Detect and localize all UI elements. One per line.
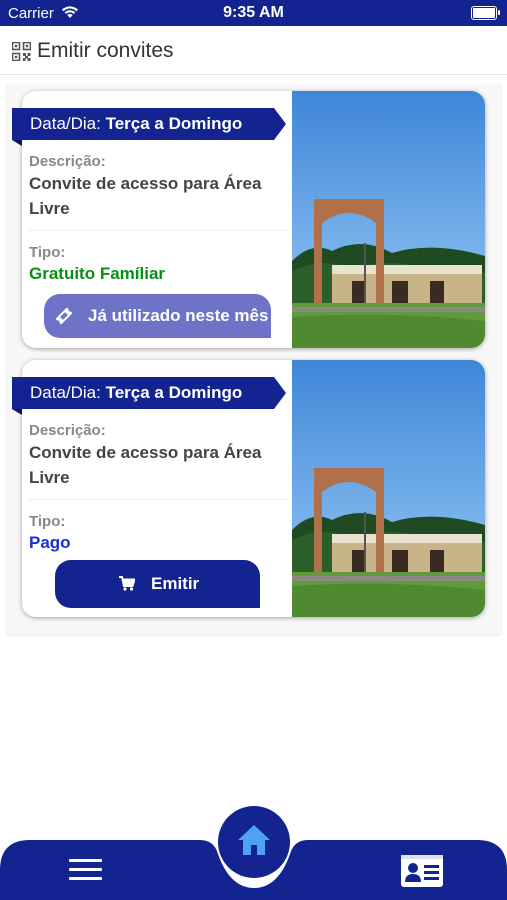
- divider: [29, 230, 289, 231]
- divider: [29, 499, 289, 500]
- description-value: Convite de acesso para Área Livre: [29, 174, 262, 218]
- description-label: Descrição:: [29, 422, 106, 439]
- date-ribbon: Data/Dia: Terça a Domingo: [12, 108, 286, 146]
- date-ribbon: Data/Dia: Terça a Domingo: [12, 377, 286, 415]
- type-value: Gratuito Famíliar: [29, 264, 166, 283]
- emit-label: Emitir: [151, 574, 200, 593]
- already-used-button[interactable]: Já utilizado neste mês: [44, 294, 271, 338]
- battery-icon: [471, 6, 500, 20]
- emit-button[interactable]: Emitir: [55, 560, 260, 608]
- id-card-button[interactable]: [401, 855, 443, 892]
- invite-card-info: Data/Dia: Terça a Domingo Descrição: Con…: [12, 91, 292, 348]
- type-label: Tipo:: [29, 513, 66, 530]
- date-label: Data/Dia:: [30, 114, 106, 133]
- date-label: Data/Dia:: [30, 383, 106, 402]
- invite-card-info: Data/Dia: Terça a Domingo Descrição: Con…: [12, 360, 292, 617]
- home-button[interactable]: [218, 806, 290, 878]
- menu-icon[interactable]: [69, 859, 103, 883]
- park-entrance-photo: [292, 360, 485, 617]
- type-label: Tipo:: [29, 244, 66, 261]
- page-header: Emitir convites: [0, 26, 507, 75]
- status-bar: Carrier 9:35 AM: [0, 0, 507, 26]
- date-value: Terça a Domingo: [105, 114, 243, 133]
- id-card-icon: [401, 855, 443, 887]
- qr-code-icon: [11, 41, 32, 66]
- cart-icon: [119, 576, 136, 596]
- type-value: Pago: [29, 533, 71, 552]
- invite-card: Data/Dia: Terça a Domingo Descrição: Con…: [12, 360, 485, 617]
- description-value: Convite de acesso para Área Livre: [29, 443, 262, 487]
- invite-card: Data/Dia: Terça a Domingo Descrição: Con…: [12, 91, 485, 348]
- park-entrance-photo: [292, 91, 485, 348]
- page-title: Emitir convites: [37, 39, 174, 62]
- description-label: Descrição:: [29, 153, 106, 170]
- ticket-icon: [54, 306, 74, 331]
- date-value: Terça a Domingo: [105, 383, 243, 402]
- already-used-label: Já utilizado neste mês: [88, 306, 269, 325]
- home-icon: [238, 825, 270, 855]
- clock: 9:35 AM: [223, 4, 284, 21]
